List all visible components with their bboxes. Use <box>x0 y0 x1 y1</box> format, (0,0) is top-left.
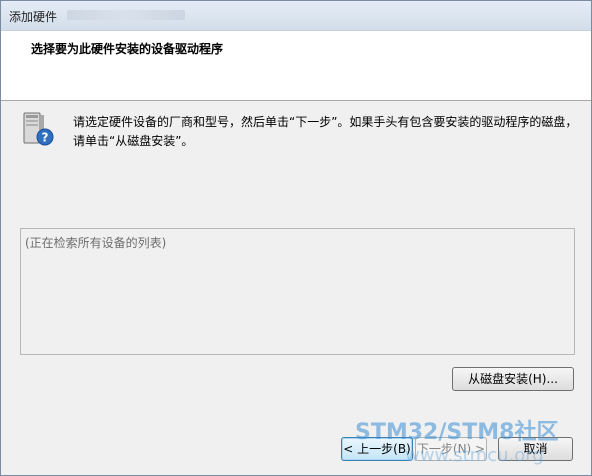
window-title: 添加硬件 <box>9 10 58 24</box>
blurred-title-region <box>67 10 185 20</box>
add-hardware-window: 添加硬件 选择要为此硬件安装的设备驱动程序 ? 请选定硬件设备的厂商和型号，然后… <box>0 0 592 476</box>
have-disk-button[interactable]: 从磁盘安装(H)... <box>452 367 574 391</box>
instruction-text: 请选定硬件设备的厂商和型号，然后单击“下一步”。如果手头有包含要安装的驱动程序的… <box>73 115 578 148</box>
wizard-header: 选择要为此硬件安装的设备驱动程序 <box>1 31 591 101</box>
next-button[interactable]: 下一步(N) > <box>415 437 487 461</box>
page-title: 选择要为此硬件安装的设备驱动程序 <box>31 42 224 56</box>
hardware-device-help-icon: ? <box>23 112 54 146</box>
list-loading-status: (正在检索所有设备的列表) <box>25 236 167 250</box>
title-bar[interactable]: 添加硬件 <box>1 1 591 31</box>
back-button[interactable]: < 上一步(B) <box>341 437 413 461</box>
cancel-button[interactable]: 取消 <box>498 437 573 461</box>
svg-text:?: ? <box>42 131 49 145</box>
device-model-list[interactable]: (正在检索所有设备的列表) <box>20 228 575 355</box>
